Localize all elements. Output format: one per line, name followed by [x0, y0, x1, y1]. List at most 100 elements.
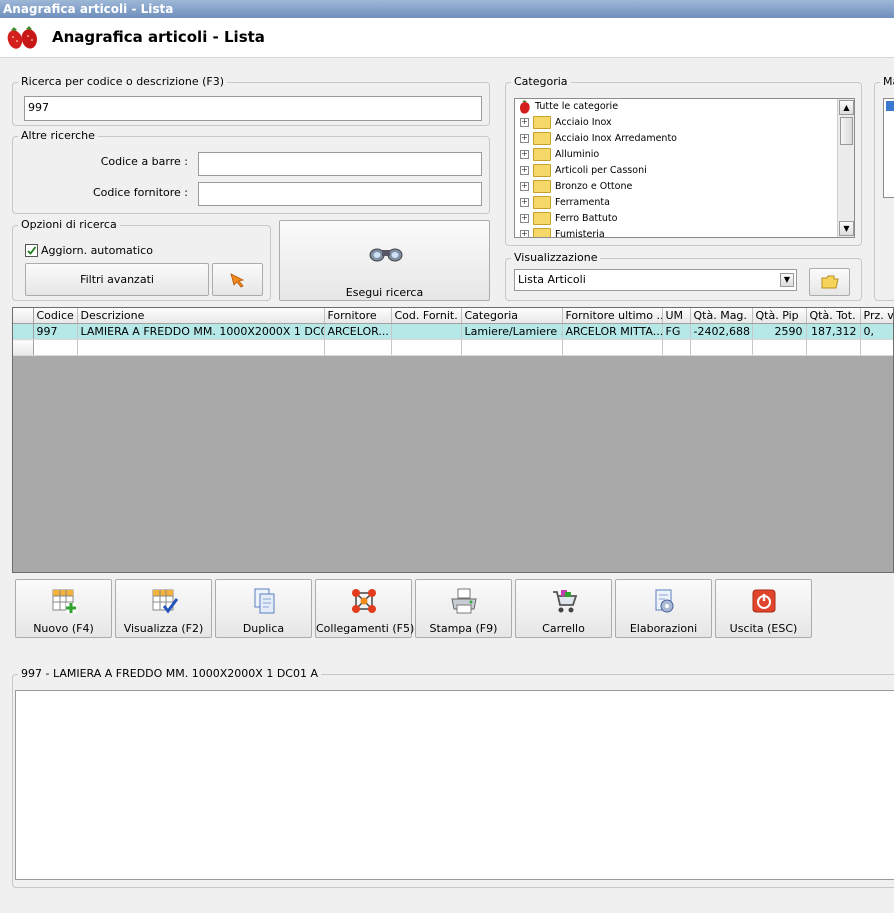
- table-cell[interactable]: [752, 339, 807, 356]
- window-title: Anagrafica articoli - Lista: [0, 0, 894, 18]
- column-header[interactable]: Qtà. Pip: [752, 308, 807, 324]
- empty-row[interactable]: [13, 339, 893, 356]
- elaborazioni-button[interactable]: Elaborazioni: [615, 579, 712, 638]
- duplica-button[interactable]: Duplica: [215, 579, 312, 638]
- process-icon: [655, 589, 674, 613]
- expand-icon[interactable]: +: [520, 118, 529, 127]
- table-cell[interactable]: 2590: [752, 323, 807, 340]
- auto-update-checkbox[interactable]: [25, 244, 38, 257]
- search-group: Ricerca per codice o descrizione (F3) 99…: [12, 75, 490, 126]
- tree-scrollbar[interactable]: ▲ ▼: [837, 99, 854, 237]
- column-header[interactable]: Descrizione: [77, 308, 325, 324]
- page-header: Anagrafica articoli - Lista: [0, 18, 894, 58]
- supplier-code-input[interactable]: [198, 182, 482, 206]
- tree-item-label: Ferramenta: [555, 197, 610, 208]
- row-indicator[interactable]: [13, 323, 34, 340]
- new-grid-icon: [52, 589, 76, 613]
- stampa-button[interactable]: Stampa (F9): [415, 579, 512, 638]
- table-cell[interactable]: [324, 339, 392, 356]
- advanced-filters-button[interactable]: Filtri avanzati: [25, 263, 209, 296]
- expand-icon[interactable]: +: [520, 182, 529, 191]
- column-header[interactable]: Qtà. Mag.: [690, 308, 753, 324]
- third-panel-list[interactable]: [883, 98, 894, 198]
- column-header[interactable]: Categoria: [461, 308, 563, 324]
- scroll-up-icon[interactable]: ▲: [839, 100, 854, 115]
- table-cell[interactable]: 0,: [860, 323, 893, 340]
- filter-action-button[interactable]: [212, 263, 263, 296]
- table-cell[interactable]: [391, 323, 462, 340]
- tree-item[interactable]: + Ferro Battuto: [515, 211, 854, 227]
- table-cell[interactable]: [33, 339, 78, 356]
- table-cell[interactable]: Lamiere/Lamiere ...: [461, 323, 563, 340]
- folder-icon: [533, 132, 551, 145]
- run-search-button[interactable]: Esegui ricerca: [279, 220, 490, 301]
- column-header[interactable]: Fornitore: [324, 308, 392, 324]
- detail-memo[interactable]: [15, 690, 894, 880]
- expand-icon[interactable]: +: [520, 198, 529, 207]
- chevron-down-icon[interactable]: ▼: [780, 273, 794, 287]
- view-select[interactable]: Lista Articoli ▼: [514, 269, 797, 291]
- table-cell[interactable]: [806, 339, 861, 356]
- table-cell[interactable]: [860, 339, 893, 356]
- folder-icon: [533, 180, 551, 193]
- expand-icon[interactable]: +: [520, 230, 529, 237]
- tree-item[interactable]: + Fumisteria: [515, 227, 854, 237]
- column-header[interactable]: UM: [662, 308, 691, 324]
- tree-item[interactable]: + Acciaio Inox Arredamento: [515, 131, 854, 147]
- scroll-thumb[interactable]: [840, 117, 853, 145]
- tree-item-label: Acciaio Inox Arredamento: [555, 133, 677, 144]
- expand-icon[interactable]: +: [520, 214, 529, 223]
- tree-item[interactable]: + Ferramenta: [515, 195, 854, 211]
- uscita-label: Uscita (ESC): [729, 622, 798, 635]
- table-cell[interactable]: 187,312: [806, 323, 861, 340]
- category-tree[interactable]: Tutte le categorie + Acciaio Inox + Acciaio…: [514, 98, 855, 238]
- row-indicator[interactable]: [13, 339, 34, 356]
- detail-legend: 997 - LAMIERA A FREDDO MM. 1000X2000X 1 …: [18, 667, 321, 680]
- tree-root[interactable]: Tutte le categorie: [515, 99, 854, 115]
- tree-item[interactable]: + Bronzo e Ottone: [515, 179, 854, 195]
- articles-grid[interactable]: Codice Descrizione Fornitore Cod. Fornit. Ca…: [12, 307, 894, 573]
- column-header[interactable]: Prz. ve: [860, 308, 893, 324]
- tree-item[interactable]: + Articoli per Cassoni: [515, 163, 854, 179]
- selected-item-marker: [886, 101, 894, 111]
- table-cell[interactable]: [662, 339, 691, 356]
- elaborazioni-label: Elaborazioni: [629, 622, 698, 635]
- view-select-value: Lista Articoli: [518, 273, 586, 286]
- table-cell[interactable]: [77, 339, 325, 356]
- table-cell[interactable]: 997: [33, 323, 78, 340]
- binoculars-icon: [369, 248, 403, 262]
- visualizza-button[interactable]: Visualizza (F2): [115, 579, 212, 638]
- scroll-down-icon[interactable]: ▼: [839, 221, 854, 236]
- table-cell[interactable]: ARCELOR MITTA...: [562, 323, 663, 340]
- uscita-button[interactable]: Uscita (ESC): [715, 579, 812, 638]
- tree-item[interactable]: + Alluminio: [515, 147, 854, 163]
- check-icon: [27, 246, 37, 255]
- table-cell[interactable]: -2402,688: [690, 323, 753, 340]
- expand-icon[interactable]: +: [520, 166, 529, 175]
- barcode-input[interactable]: [198, 152, 482, 176]
- carrello-button[interactable]: Carrello: [515, 579, 612, 638]
- tree-item-label: Bronzo e Ottone: [555, 181, 633, 192]
- table-cell[interactable]: LAMIERA A FREDDO MM. 1000X2000X 1 DC01 A: [77, 323, 325, 340]
- tree-item[interactable]: + Acciaio Inox: [515, 115, 854, 131]
- strawberry-icon: [519, 99, 530, 114]
- table-cell[interactable]: [562, 339, 663, 356]
- column-header[interactable]: Codice: [33, 308, 78, 324]
- expand-icon[interactable]: +: [520, 134, 529, 143]
- column-header[interactable]: Fornitore ultimo ...: [562, 308, 663, 324]
- search-legend: Ricerca per codice o descrizione (F3): [18, 75, 228, 88]
- table-cell[interactable]: ARCELOR...: [324, 323, 392, 340]
- search-input[interactable]: 997: [24, 96, 482, 121]
- table-cell[interactable]: [461, 339, 563, 356]
- table-cell[interactable]: FG: [662, 323, 691, 340]
- page-title: Anagrafica articoli - Lista: [52, 28, 265, 46]
- table-row[interactable]: 997 LAMIERA A FREDDO MM. 1000X2000X 1 DC0…: [13, 323, 893, 340]
- table-cell[interactable]: [690, 339, 753, 356]
- nuovo-button[interactable]: Nuovo (F4): [15, 579, 112, 638]
- table-cell[interactable]: [391, 339, 462, 356]
- collegamenti-button[interactable]: Collegamenti (F5): [315, 579, 414, 638]
- expand-icon[interactable]: +: [520, 150, 529, 159]
- column-header[interactable]: Qtà. Tot.: [806, 308, 861, 324]
- open-folder-button[interactable]: [809, 268, 850, 296]
- column-header[interactable]: Cod. Fornit.: [391, 308, 462, 324]
